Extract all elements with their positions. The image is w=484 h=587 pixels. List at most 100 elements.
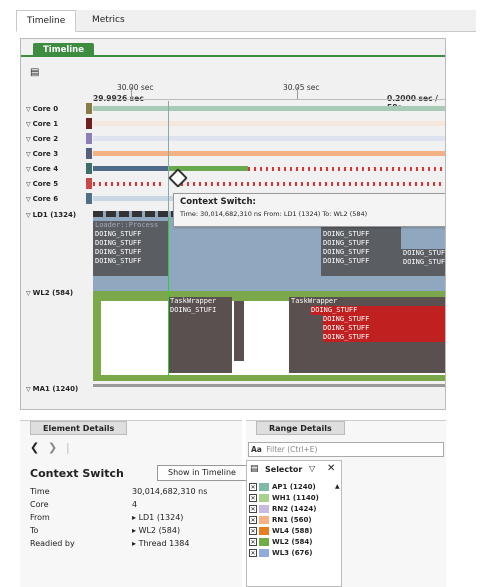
field-to-key: To xyxy=(30,526,39,535)
range-details-tab[interactable]: Range Details xyxy=(256,421,345,435)
ruler-label-30-00: 30.00 sec xyxy=(117,83,154,92)
filter-icon[interactable]: ▽ xyxy=(309,464,315,473)
core-2-track xyxy=(93,136,445,141)
ma1-track xyxy=(93,384,445,387)
selector-item[interactable]: ✕ AP1 (1240) xyxy=(249,483,316,494)
core-4-track-a xyxy=(93,166,168,171)
expand-icon[interactable]: ▽ xyxy=(26,136,31,143)
selector-item[interactable]: ✕ WH1 (1140) xyxy=(249,494,319,505)
row-wl2[interactable]: ▽ WL2 (584) xyxy=(26,289,73,297)
back-arrow-icon[interactable]: ❮ xyxy=(30,441,39,454)
match-case-icon[interactable]: Aa xyxy=(251,445,262,454)
field-readied-key: Readied by xyxy=(30,539,75,548)
selector-item[interactable]: ✕ WL3 (676) xyxy=(249,549,313,560)
core-5-events-b xyxy=(181,182,445,186)
checkbox[interactable]: ✕ xyxy=(249,549,257,557)
selection-marker xyxy=(168,101,169,211)
show-in-timeline-button[interactable]: Show in Timeline xyxy=(157,465,247,481)
selector-item[interactable]: ✕ RN1 (560) xyxy=(249,516,312,527)
scroll-up-icon[interactable]: ▲ xyxy=(335,483,340,490)
wl2-sliver xyxy=(234,301,244,361)
tooltip-title: Context Switch: xyxy=(180,197,256,207)
expand-arrow-icon[interactable]: ▸ xyxy=(132,539,136,548)
timeline-panel-title: Timeline xyxy=(33,43,94,57)
field-core-key: Core xyxy=(30,500,49,509)
row-ld1[interactable]: ▽ LD1 (1324) xyxy=(26,211,76,219)
field-from-value[interactable]: ▸ LD1 (1324) xyxy=(132,513,183,522)
close-icon[interactable]: ✕ xyxy=(327,463,335,474)
expand-icon[interactable]: ▽ xyxy=(26,151,31,158)
context-switch-tooltip: Context Switch: Time: 30,014,682,310 ns … xyxy=(173,193,445,227)
row-core-4[interactable]: ▽ Core 4 xyxy=(26,165,58,173)
row-core-6[interactable]: ▽ Core 6 xyxy=(26,195,58,203)
expand-icon[interactable]: ▽ xyxy=(26,290,31,297)
core-1-swatch xyxy=(86,118,92,129)
checkbox[interactable]: ✕ xyxy=(249,494,257,502)
tab-metrics[interactable]: Metrics xyxy=(82,10,135,32)
ld1-block-b[interactable]: Loader::Process DOING_STUFF DOING_STUFF … xyxy=(321,221,401,276)
ruler-tick xyxy=(297,87,298,99)
core-4-events xyxy=(248,167,445,171)
expand-arrow-icon[interactable]: ▸ xyxy=(132,513,136,522)
context-switch-marker xyxy=(168,217,169,377)
core-0-swatch xyxy=(86,103,92,114)
field-core-value: 4 xyxy=(132,500,138,509)
core-3-swatch xyxy=(86,148,92,159)
selector-item[interactable]: ✕ WL2 (584) xyxy=(249,538,313,549)
expand-icon[interactable]: ▽ xyxy=(26,196,31,203)
checkbox[interactable]: ✕ xyxy=(249,527,257,535)
timeline-panel-header: Timeline xyxy=(21,43,445,57)
expand-icon[interactable]: ▽ xyxy=(26,166,31,173)
tooltip-detail: Time: 30,014,682,310 ns From: LD1 (1324)… xyxy=(180,210,368,218)
selector-header: Selector xyxy=(265,465,303,474)
tab-timeline[interactable]: Timeline xyxy=(16,10,77,32)
ld1-block-c[interactable]: DOING_STUFF DOING_STUFF xyxy=(401,249,445,276)
core-5-swatch xyxy=(86,178,92,189)
clipboard-icon[interactable]: ▤ xyxy=(250,464,259,474)
field-time-key: Time xyxy=(30,487,50,496)
wl2-block-a[interactable]: TaskWrapper DOING_STUFI xyxy=(168,297,232,373)
expand-icon[interactable]: ▽ xyxy=(26,106,31,113)
checkbox[interactable]: ✕ xyxy=(249,516,257,524)
wl2-block-b[interactable]: TaskWrapper DOING_STUFF DOING_STUFF DOIN… xyxy=(289,297,445,373)
core-1-track xyxy=(93,121,445,126)
row-ma1[interactable]: ▽ MA1 (1240) xyxy=(26,385,78,393)
expand-icon[interactable]: ▽ xyxy=(26,386,31,393)
core-5-events-a xyxy=(93,182,163,186)
separator: | xyxy=(66,441,70,454)
filter-placeholder: Filter (Ctrl+E) xyxy=(266,445,318,454)
row-core-0[interactable]: ▽ Core 0 xyxy=(26,105,58,113)
checkbox[interactable]: ✕ xyxy=(249,483,257,491)
ruler-baseline xyxy=(93,99,445,100)
core-3-track xyxy=(93,151,445,156)
field-readied-value[interactable]: ▸ Thread 1384 xyxy=(132,539,189,548)
element-details-tab[interactable]: Element Details xyxy=(30,421,128,435)
view-tab-bar: Timeline Metrics xyxy=(16,10,476,32)
details-title: Context Switch xyxy=(30,467,124,480)
selector-item[interactable]: ✕ WL4 (588) xyxy=(249,527,313,538)
core-4-swatch xyxy=(86,163,92,174)
ld1-block-a[interactable]: Loader::Process DOING_STUFF DOING_STUFF … xyxy=(93,221,168,276)
field-to-value[interactable]: ▸ WL2 (584) xyxy=(132,526,180,535)
expand-icon[interactable]: ▽ xyxy=(26,121,31,128)
expand-arrow-icon[interactable]: ▸ xyxy=(132,526,136,535)
row-core-1[interactable]: ▽ Core 1 xyxy=(26,120,58,128)
row-core-5[interactable]: ▽ Core 5 xyxy=(26,180,58,188)
selector-item[interactable]: ✕ RN2 (1424) xyxy=(249,505,316,516)
field-from-key: From xyxy=(30,513,50,522)
element-details-panel: Element Details ❮ ❯ | Context Switch Sho… xyxy=(20,420,247,587)
selector-list: ▤ Selector ▽ ✕ ▲ ✕ AP1 (1240) ✕ WH1 (1140)… xyxy=(246,460,342,587)
expand-icon[interactable]: ▽ xyxy=(26,181,31,188)
filter-input[interactable]: Aa Filter (Ctrl+E) xyxy=(248,442,444,457)
row-core-2[interactable]: ▽ Core 2 xyxy=(26,135,58,143)
core-2-swatch xyxy=(86,133,92,144)
forward-arrow-icon[interactable]: ❯ xyxy=(48,441,57,454)
expand-icon[interactable]: ▽ xyxy=(26,212,31,219)
checkbox[interactable]: ✕ xyxy=(249,505,257,513)
clipboard-icon[interactable]: ▤ xyxy=(30,67,39,78)
core-0-track xyxy=(93,106,445,111)
row-core-3[interactable]: ▽ Core 3 xyxy=(26,150,58,158)
timeline-panel: Timeline ▤ 30.00 sec 30.05 sec 29.9926 s… xyxy=(20,38,446,410)
checkbox[interactable]: ✕ xyxy=(249,538,257,546)
ruler-label-30-05: 30.05 sec xyxy=(283,83,320,92)
